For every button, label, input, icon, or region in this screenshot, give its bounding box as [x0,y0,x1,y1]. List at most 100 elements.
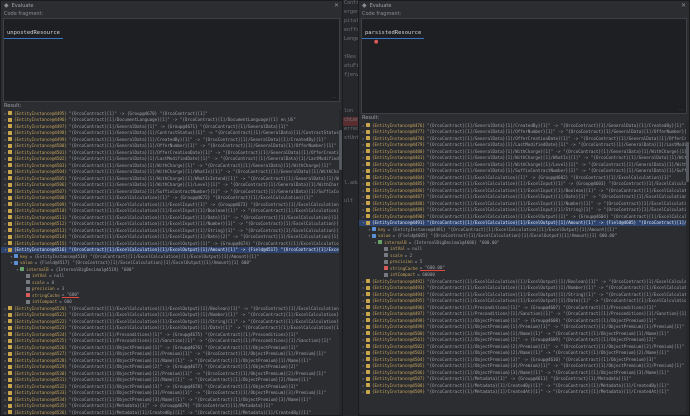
code-fragment-editor[interactable]: unpostedResource ⋯ [3,18,340,102]
result-tree[interactable]: ▸ {EntityInstance@4495} "{OrcoContract}[1]… [1,110,342,415]
field-type-icon [8,390,12,395]
tree-row[interactable]: ▸ {EntityInstance@4520} "{OrcoContract}[1]… [1,305,342,312]
tree-row[interactable]: ▾ {EntityInstance@4491} "{OrcoContract}[1]… [359,219,689,226]
tree-row-key: precision [32,286,55,292]
tree-row-value: "{OrcoContract}[1]/GeneralData}[1]/Offer… [68,143,337,149]
tree-row[interactable]: ▸ {EntityInstance@4524} "{OrcoContract}[1]… [1,331,342,338]
tree-row-value: "{OrcoContract}[1]/ExcelCalculation}[1]/… [68,208,342,214]
tree-row[interactable]: ▸ {EntityInstance@4481} "{OrcoContract}[1]… [359,155,689,162]
tree-row[interactable]: ▸ {EntityInstance@4503} "{OrcoContract}[1]… [359,350,689,357]
tree-row[interactable]: ▸ {EntityInstance@4502} "{OrcoContract}[1]… [359,343,689,350]
tree-row[interactable]: ▸ {EntityInstance@4499} "{OrcoContract}[1]… [1,136,342,143]
tree-row[interactable]: ▸ {EntityInstance@4488} "{OrcoContract}[1]… [359,200,689,207]
tree-row[interactable]: ▸ {EntityInstance@4508} "{OrcoContract}[1]… [1,195,342,202]
tree-row[interactable]: ▸ {EntityInstance@4480} "{OrcoContract}[1]… [359,148,689,155]
close-icon[interactable]: ✕ [681,3,686,9]
tree-row[interactable]: ▸ {EntityInstance@4536} "{OrcoContract}[1]… [1,409,342,415]
window-titlebar: ◆ Evaluate ✕ [1,1,342,11]
tree-row[interactable]: ▸ {EntityInstance@4526} "{OrcoContract}[1]… [1,344,342,351]
tree-row[interactable]: ▸ {EntityInstance@4508} "{OrcoContract}[1]… [359,382,689,389]
tree-row[interactable]: ▸ {EntityInstance@4484} "{OrcoContract}[1]… [359,174,689,181]
tree-row[interactable]: ▸ {EntityInstance@4490} "{OrcoContract}[1]… [359,213,689,220]
tree-row[interactable]: ▸ {EntityInstance@4530} "{OrcoContract}[1]… [1,370,342,377]
tree-row[interactable]: ▸ {EntityInstance@4505} "{OrcoContract}[1]… [1,175,342,182]
tree-row[interactable]: ▸ {EntityInstance@4504} "{OrcoContract}[1]… [1,169,342,176]
tree-row[interactable]: ▸ {EntityInstance@4504} "{OrcoContract}[1]… [359,356,689,363]
vertical-scrollbar[interactable] [339,110,342,415]
tree-row[interactable]: ▸ {EntityInstance@4486} "{OrcoContract}[1]… [359,187,689,194]
tree-row[interactable]: ▸ {EntityInstance@4523} "{OrcoContract}[1]… [1,325,342,332]
tree-row[interactable]: ▸ {EntityInstance@4528} "{OrcoContract}[1]… [1,357,342,364]
field-type-icon [8,215,12,220]
tree-row[interactable]: ▸ {EntityInstance@4495} "{OrcoContract}[1]… [359,298,689,305]
tree-row[interactable]: ▸ {EntityInstance@4532} "{OrcoContract}[1]… [1,383,342,390]
tree-row[interactable]: ▸ {EntityInstance@4496} "{OrcoContract}[1]… [359,304,689,311]
code-fragment-editor[interactable]: parsistedResource ● ⋯ [361,18,687,114]
tree-row[interactable]: ▸ {EntityInstance@4498} "{OrcoContract}[1]… [359,317,689,324]
tree-row[interactable]: ▸ {EntityInstance@4531} "{OrcoContract}[1]… [1,377,342,384]
code-fragment-input[interactable]: parsistedResource [362,28,425,39]
vertical-scrollbar[interactable] [686,122,689,415]
code-fragment-label: Code fragment: [362,11,402,17]
tree-row-key: {EntityInstance@4528} [14,357,67,363]
result-tree[interactable]: ▸ {EntityInstance@4476} "{OrcoContract}[1]… [359,122,689,415]
tree-row-value: "{OrcoContract}[1]/ExcelCalculation}[1]/… [68,305,342,311]
tree-row[interactable]: ▸ {EntityInstance@4500} "{OrcoContract}[1]… [359,330,689,337]
tree-row[interactable]: ▸ {EntityInstance@4496} "{OrcoContract}[1]… [1,117,342,124]
tree-row[interactable]: ▸ {EntityInstance@4521} "{OrcoContract}[1]… [1,312,342,319]
tree-row[interactable]: ▸ {EntityInstance@4514} "{OrcoContract}[1]… [1,234,342,241]
tree-row[interactable]: ▸ {EntityInstance@4507} "{OrcoContract}[1]… [1,188,342,195]
field-type-icon [366,188,370,193]
tree-row[interactable]: ▸ {EntityInstance@4485} "{OrcoContract}[1]… [359,181,689,188]
tree-row[interactable]: ▸ {EntityInstance@4502} "{OrcoContract}[1]… [1,156,342,163]
tree-row[interactable]: ▸ {EntityInstance@4515} "{OrcoContract}[1]… [1,240,342,247]
tree-row[interactable]: ▸ {EntityInstance@4509} "{OrcoContract}[1]… [1,201,342,208]
tree-row[interactable]: ▸ {EntityInstance@4513} "{OrcoContract}[1]… [1,227,342,234]
tree-row[interactable]: ▸ {EntityInstance@4497} "{OrcoContract}[1]… [359,311,689,318]
tree-row[interactable]: ▸ {EntityInstance@4501} "{OrcoContract}[1]… [1,149,342,156]
tree-row[interactable]: ▸ {EntityInstance@4478} "{OrcoContract}[1]… [359,135,689,142]
tree-row[interactable]: ▸ {EntityInstance@4529} "{OrcoContract}[1]… [1,364,342,371]
tree-row[interactable]: ▸ {EntityInstance@4482} "{OrcoContract}[1]… [359,161,689,168]
field-type-icon [366,350,370,355]
tree-row[interactable]: ▸ {EntityInstance@4500} "{OrcoContract}[1]… [1,143,342,150]
tree-row[interactable]: ▸ {EntityInstance@4527} "{OrcoContract}[1]… [1,351,342,358]
tree-row[interactable]: ▸ {EntityInstance@4493} "{OrcoContract}[1]… [359,285,689,292]
tree-row[interactable]: ▸ {EntityInstance@4479} "{OrcoContract}[1]… [359,142,689,149]
tree-row[interactable]: ▸ {EntityInstance@4498} "{OrcoContract}[1]… [1,130,342,137]
tree-row-value: "{OrcoContract}[1]/ExcelCalculation}[1]/… [426,298,689,304]
tree-row[interactable]: ▸ {EntityInstance@4511} "{OrcoContract}[1]… [1,214,342,221]
code-fragment-input[interactable]: unpostedResource [4,28,63,39]
tree-row[interactable]: ▸ {EntityInstance@4512} "{OrcoContract}[1]… [1,221,342,228]
close-icon[interactable]: ✕ [334,3,339,9]
tree-row[interactable]: ▸ {EntityInstance@4505} "{OrcoContract}[1]… [359,363,689,370]
tree-row[interactable]: ▸ {EntityInstance@4506} "{OrcoContract}[1]… [359,369,689,376]
tree-row[interactable]: ▸ {EntityInstance@4487} "{OrcoContract}[1]… [359,194,689,201]
tree-row-value: "{OrcoContract}[1]/ExcelCalculation}[1]/… [426,285,689,291]
tree-row[interactable]: ▸ {EntityInstance@4534} "{OrcoContract}[1]… [1,396,342,403]
tree-row[interactable]: ▸ {EntityInstance@4483} "{OrcoContract}[1]… [359,168,689,175]
tree-row[interactable]: ▸ {EntityInstance@4510} "{OrcoContract}[1]… [1,208,342,215]
tree-row[interactable]: ▾ {EntityInstance@4516} "{OrcoContract}[1]… [1,246,342,253]
tree-row-value: "{OrcoContract}[1]/ObjectPremium}[2]/Nam… [68,377,311,383]
tree-row[interactable]: ▸ {EntityInstance@4503} "{OrcoContract}[1]… [1,162,342,169]
tree-row-key: {EntityInstance@4502} [372,343,425,349]
tree-row[interactable]: ▸ {EntityInstance@4477} "{OrcoContract}[1]… [359,129,689,136]
tree-row[interactable]: ▸ {EntityInstance@4501} "{OrcoContract}[1]… [359,337,689,344]
tree-row[interactable]: ▸ {EntityInstance@4476} "{OrcoContract}[1]… [359,122,689,129]
tree-row[interactable]: ▸ {EntityInstance@4499} "{OrcoContract}[1]… [359,324,689,331]
tree-row[interactable]: ▸ {EntityInstance@4489} "{OrcoContract}[1]… [359,207,689,214]
tree-row-key: precision [390,259,413,265]
tree-row[interactable]: ▸ {EntityInstance@4506} "{OrcoContract}[1]… [1,182,342,189]
field-type-icon [366,305,370,310]
field-type-icon [8,397,12,402]
tree-row-key: {EntityInstance@4492} [372,278,425,284]
tree-row[interactable]: ▸ {EntityInstance@4494} "{OrcoContract}[1]… [359,291,689,298]
tree-row[interactable]: ▸ {EntityInstance@4509} "{OrcoContract}[1]… [359,389,689,396]
tree-row[interactable]: ▸ {EntityInstance@4533} "{OrcoContract}[1]… [1,390,342,397]
tree-row[interactable]: ▸ {EntityInstance@4525} "{OrcoContract}[1]… [1,338,342,345]
gutter-line: fjenv [344,72,358,78]
gutter-line: Lenge [344,36,358,42]
tree-row[interactable]: ▸ {EntityInstance@4492} "{OrcoContract}[1]… [359,278,689,285]
tree-row[interactable]: ▸ {EntityInstance@4522} "{OrcoContract}[1]… [1,318,342,325]
